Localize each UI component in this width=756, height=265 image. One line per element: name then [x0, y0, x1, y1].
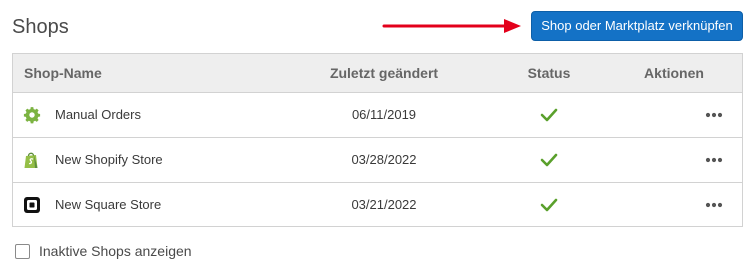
shop-name: New Shopify Store — [55, 152, 163, 167]
more-horizontal-icon[interactable] — [699, 93, 729, 137]
column-header-actions: Aktionen — [644, 65, 704, 81]
shop-name: New Square Store — [55, 197, 162, 212]
table-header: Shop-Name Zuletzt geändert Status Aktion… — [13, 54, 742, 93]
table-row[interactable]: New Shopify Store 03/28/2022 — [13, 138, 742, 183]
last-changed-date: 03/21/2022 — [351, 197, 417, 212]
column-header-shop-name: Shop-Name — [24, 65, 102, 81]
table-row[interactable]: New Square Store 03/21/2022 — [13, 183, 742, 228]
show-inactive-label: Inaktive Shops anzeigen — [39, 243, 192, 259]
checkmark-icon — [499, 93, 599, 137]
checkmark-icon — [499, 138, 599, 182]
square-logo-icon — [23, 183, 43, 227]
table-row[interactable]: Manual Orders 06/11/2019 — [13, 93, 742, 138]
annotation-arrow-icon — [382, 19, 521, 33]
shops-table: Shop-Name Zuletzt geändert Status Aktion… — [12, 53, 743, 227]
last-changed-date: 06/11/2019 — [351, 107, 417, 122]
last-changed-date: 03/28/2022 — [351, 152, 417, 167]
page-title: Shops — [12, 16, 69, 38]
show-inactive-checkbox[interactable] — [15, 243, 30, 259]
connect-shop-button[interactable]: Shop oder Marktplatz verknüpfen — [531, 11, 743, 41]
more-horizontal-icon[interactable] — [699, 138, 729, 182]
checkmark-icon — [499, 183, 599, 227]
column-header-last-changed: Zuletzt geändert — [329, 65, 439, 81]
more-horizontal-icon[interactable] — [699, 183, 729, 227]
shop-name: Manual Orders — [55, 107, 141, 122]
column-header-status: Status — [527, 65, 571, 81]
gear-icon — [23, 93, 43, 137]
show-inactive-shops-toggle[interactable]: Inaktive Shops anzeigen — [15, 242, 192, 260]
shops-page: Shops Shop oder Marktplatz verknüpfen Sh… — [0, 0, 756, 265]
shopify-bag-icon — [23, 138, 43, 182]
